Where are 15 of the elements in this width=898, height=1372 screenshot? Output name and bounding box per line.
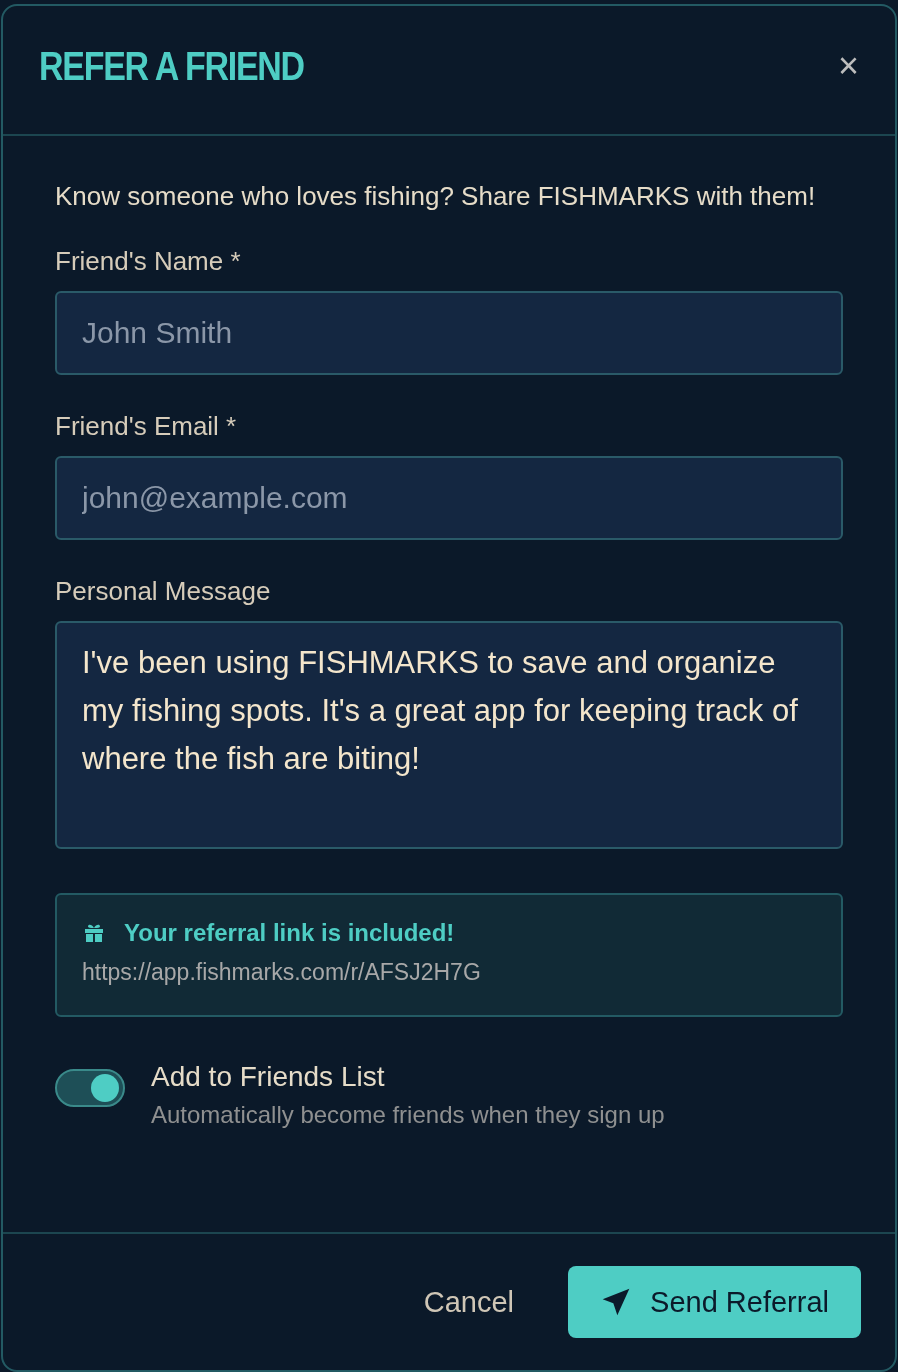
field-label: Personal Message [55,576,272,607]
input-field[interactable]: john@example.com [55,456,843,540]
toggle-label: Add to Friends List [151,1061,386,1093]
referral-heading: Your referral link is included! [124,919,455,947]
send-button[interactable]: Send Referral [568,1266,861,1338]
toggle-description: Automatically become friends when they sign up [151,1101,665,1129]
field-label: Friend's Email * [55,411,238,442]
message-field[interactable]: I've been using FISHMARKS to save and organize my fishing spots. It's a great app for keeping track of where the fish are biting! [55,621,843,849]
field-label: Friend's Name * [55,246,242,277]
toggle-switch[interactable] [55,1069,125,1107]
input-field[interactable]: John Smith [55,291,843,375]
dialog-title: REFER A FRIEND [39,43,304,89]
cancel-button[interactable]: Cancel [417,1284,521,1320]
intro-text: Know someone who loves fishing? Share FISHMARKS with them! [55,180,817,213]
close-button[interactable]: × [833,48,863,84]
